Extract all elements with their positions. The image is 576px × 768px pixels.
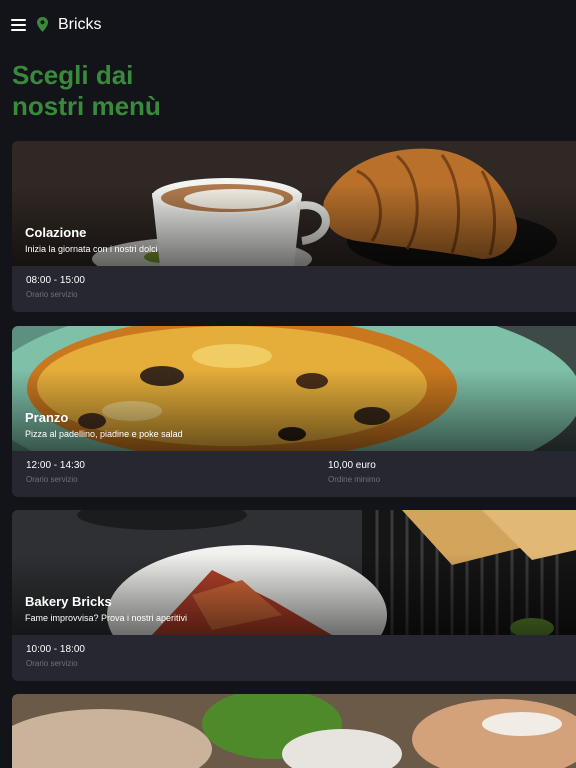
service-hours-label: Orario servizio <box>26 475 78 484</box>
menu-card-pranzo[interactable]: Pranzo Pizza al padellino, piadine e pok… <box>12 326 576 497</box>
app-header: Bricks <box>0 0 576 50</box>
menu-card-title: Pranzo <box>25 410 69 425</box>
menu-card-partial[interactable] <box>12 694 576 768</box>
location-pin-icon[interactable] <box>37 17 48 32</box>
location-name[interactable]: Bricks <box>58 16 102 34</box>
minimum-order-label: Ordine minimo <box>328 475 381 484</box>
menu-card-image <box>12 694 576 768</box>
service-hours-label: Orario servizio <box>26 290 78 299</box>
minimum-order-value: 10,00 euro <box>328 460 376 471</box>
menu-card-title: Colazione <box>25 225 87 240</box>
service-hours-value: 12:00 - 14:30 <box>26 460 85 471</box>
minimum-order: 10,00 euro Ordine minimo <box>328 460 380 484</box>
page-title-line-1: Scegli dai <box>12 60 134 90</box>
menu-card-colazione[interactable]: Colazione Inizia la giornata con i nostr… <box>12 141 576 312</box>
menu-card-description: Fame improvvisa? Prova i nostri aperitiv… <box>25 613 188 623</box>
page-title-line-2: nostri menù <box>12 91 161 121</box>
menu-card-bakery-bricks[interactable]: Bakery Bricks Fame improvvisa? Prova i n… <box>12 510 576 681</box>
service-hours-label: Orario servizio <box>26 659 78 668</box>
service-hours: 08:00 - 15:00 Orario servizio <box>26 275 85 299</box>
menu-card-title: Bakery Bricks <box>25 594 112 609</box>
menu-card-description: Pizza al padellino, piadine e poke salad <box>25 429 183 439</box>
hamburger-menu-icon[interactable] <box>11 19 26 31</box>
service-hours: 12:00 - 14:30 Orario servizio <box>26 460 85 484</box>
service-hours-value: 08:00 - 15:00 <box>26 275 85 286</box>
menu-card-description: Inizia la giornata con i nostri dolci <box>25 244 158 254</box>
page-title: Scegli dai nostri menù <box>12 60 312 122</box>
service-hours: 10:00 - 18:00 Orario servizio <box>26 644 85 668</box>
service-hours-value: 10:00 - 18:00 <box>26 644 85 655</box>
